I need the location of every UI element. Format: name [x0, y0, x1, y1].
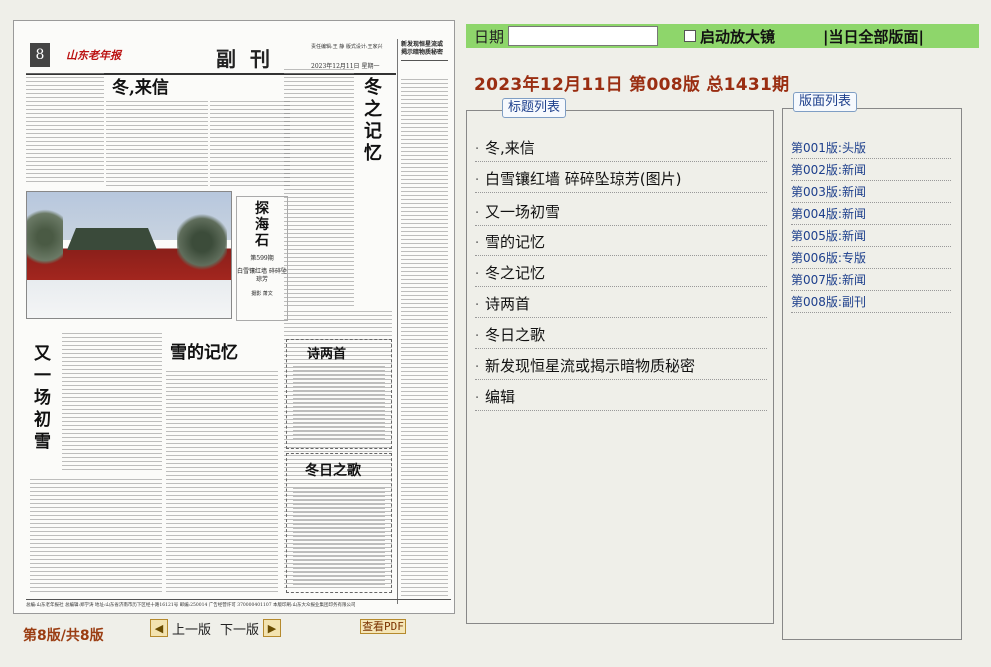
- paper-side-column-text: [401, 79, 448, 599]
- date-input[interactable]: [508, 26, 659, 46]
- date-label: 日期: [474, 27, 505, 46]
- page-list-item[interactable]: 第005版:新闻: [791, 225, 951, 247]
- paper-article-text: [284, 69, 354, 309]
- tab-titles-list[interactable]: 标题列表: [502, 98, 567, 118]
- title-item[interactable]: · 编辑: [475, 384, 767, 411]
- paper-headline-xue-de-ji-yi[interactable]: 雪的记忆: [170, 338, 238, 363]
- title-item[interactable]: · 新发现恒星流或揭示暗物质秘密: [475, 353, 767, 380]
- title-item[interactable]: · 冬之记忆: [475, 260, 767, 287]
- left-arrow-icon: ◀: [150, 619, 168, 637]
- paper-article-text: [166, 371, 278, 595]
- paper-page-number: 8: [30, 43, 50, 67]
- paper-article-text: [210, 101, 290, 187]
- page-list-item[interactable]: 第007版:新闻: [791, 269, 951, 291]
- title-item[interactable]: · 诗两首: [475, 291, 767, 318]
- paper-headline-dong-zhi-ji-yi[interactable]: 冬之记忆: [364, 77, 386, 165]
- paper-article-text: [30, 479, 162, 595]
- title-item[interactable]: · 白雪镶红墙 碎碎坠琼芳(图片): [475, 166, 767, 193]
- paper-headline-dong-ri-zhi-ge[interactable]: 冬日之歌: [305, 460, 361, 480]
- view-pdf-button[interactable]: 查看PDF: [360, 619, 406, 634]
- paper-photo-red-wall[interactable]: [26, 191, 232, 319]
- right-arrow-icon: ▶: [263, 619, 282, 637]
- issue-title: 2023年12月11日 第008版 总1431期: [474, 75, 790, 95]
- title-item[interactable]: · 冬日之歌: [475, 322, 767, 349]
- paper-article-text: [62, 333, 162, 473]
- paper-editor-line: 责任编辑:王 静 版式设计:王家兴: [311, 44, 383, 50]
- title-item[interactable]: · 又一场初雪: [475, 199, 767, 226]
- next-page-label: 下一版: [220, 622, 260, 638]
- paper-side-column[interactable]: 新发现恒星流或揭示暗物质秘密: [397, 39, 451, 604]
- next-page-button[interactable]: 下一版 ▶: [220, 618, 282, 638]
- titles-panel: · 冬,来信 · 白雪镶红墙 碎碎坠琼芳(图片) · 又一场初雪 · 雪的记忆 · 冬之记…: [466, 110, 774, 624]
- tab-pages-list[interactable]: 版面列表: [793, 92, 858, 112]
- page-list-item[interactable]: 第002版:新闻: [791, 159, 951, 181]
- paper-headline-tan-hai-shi: 探海石: [255, 201, 269, 249]
- paper-headline-you-yi-chang-chu-xue[interactable]: 又一场初雪: [34, 343, 56, 453]
- paper-article-text: [26, 73, 104, 183]
- page-list-item[interactable]: 第006版:专版: [791, 247, 951, 269]
- prev-page-label: 上一版: [172, 622, 212, 638]
- title-item[interactable]: · 冬,来信: [475, 135, 767, 162]
- paper-headline-dong-lai-xin[interactable]: 冬,来信: [112, 73, 169, 98]
- paper-section-name: 副刊: [216, 47, 284, 71]
- all-pages-link[interactable]: |当日全部版面|: [823, 26, 924, 47]
- newspaper-page-image[interactable]: 8 山东老年报 副刊 责任编辑:王 静 版式设计:王家兴 2023年12月11日…: [13, 20, 455, 614]
- page-list-item[interactable]: 第004版:新闻: [791, 203, 951, 225]
- magnifier-checkbox[interactable]: [684, 30, 697, 42]
- page-list-item[interactable]: 第001版:头版: [791, 137, 951, 159]
- paper-article-text: [106, 101, 208, 187]
- paper-column-issue: 第599期: [250, 255, 274, 262]
- page-list-item[interactable]: 第003版:新闻: [791, 181, 951, 203]
- pages-panel: 第001版:头版 第002版:新闻 第003版:新闻 第004版:新闻 第005…: [782, 108, 962, 640]
- magnifier-toggle[interactable]: 启动放大镜: [684, 26, 775, 47]
- title-item[interactable]: · 雪的记忆: [475, 229, 767, 256]
- paper-column-box: 探海石 第599期 白雪镶红墙 碎碎坠琼芳 摄影 萧文: [236, 196, 288, 321]
- top-toolbar: 日期 启动放大镜 |当日全部版面|: [466, 24, 979, 48]
- page-list-item[interactable]: 第008版:副刊: [791, 291, 951, 313]
- paper-side-column-title: 新发现恒星流或揭示暗物质秘密: [401, 41, 448, 61]
- paper-logo: 山东老年报: [66, 49, 121, 62]
- paper-headline-shi-liang-shou[interactable]: 诗两首: [307, 343, 346, 362]
- magnifier-label: 启动放大镜: [700, 27, 776, 46]
- page-indicator: 第8版/共8版: [23, 628, 104, 644]
- paper-column-caption: 白雪镶红墙 碎碎坠琼芳: [237, 268, 287, 283]
- prev-page-button[interactable]: ◀ 上一版: [150, 618, 211, 638]
- paper-poem-box: 冬日之歌: [286, 453, 392, 593]
- paper-column-credit: 摄影 萧文: [251, 291, 273, 297]
- paper-poem-box: 诗两首: [286, 339, 392, 449]
- paper-footer: 总编:山东老年报社 总编辑:郑学涛 地址:山东省济南市历下区经十路16121号 …: [26, 599, 451, 611]
